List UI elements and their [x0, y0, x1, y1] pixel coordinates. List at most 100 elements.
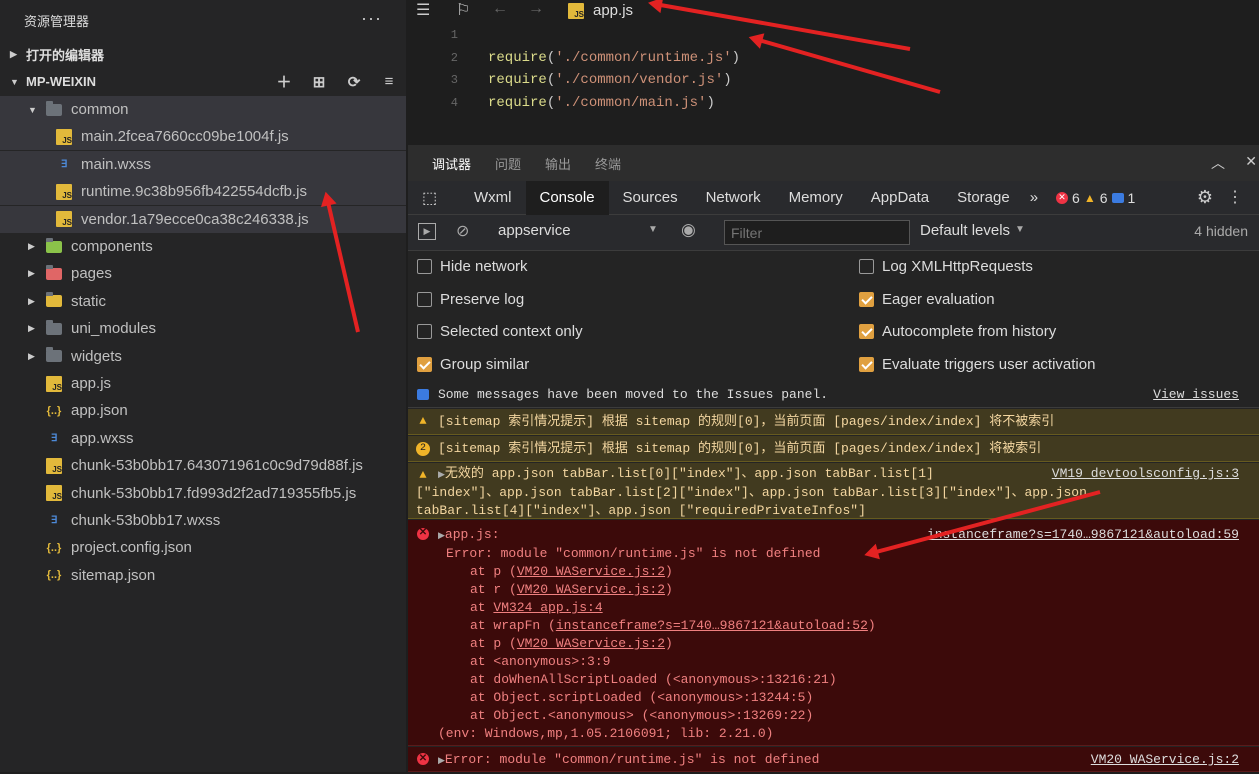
option-log-xmlhttprequests[interactable]: Log XMLHttpRequests: [859, 258, 1033, 275]
log-levels-select[interactable]: Default levels: [920, 222, 1010, 239]
project-section[interactable]: ▼ MP-WEIXIN ＋ ⊞ ⟳ ≡: [0, 68, 406, 95]
tree-item-vendor-1a79ecce0ca38c246338-js[interactable]: JS vendor.1a79ecce0ca38c246338.js: [0, 205, 406, 233]
collapse-all-icon[interactable]: ≡: [380, 73, 398, 91]
code-line[interactable]: require('./common/main.js'): [488, 92, 715, 114]
panel-tab-storage[interactable]: Storage: [943, 181, 1024, 215]
tab-output[interactable]: 输出: [545, 154, 571, 173]
bookmark-icon[interactable]: ⚐: [456, 0, 470, 20]
stack-frame-link[interactable]: VM20 WAService.js:2: [517, 582, 665, 597]
waservice-link[interactable]: VM20 WAService.js:2: [1091, 747, 1239, 772]
context-select[interactable]: appservice: [498, 222, 571, 239]
chevron-right-icon[interactable]: ▶: [28, 351, 35, 362]
inspect-element-icon[interactable]: ⬚: [408, 181, 460, 215]
console-settings: Hide network Preserve log Selected context…: [408, 251, 1259, 381]
stack-frame-link[interactable]: instanceframe?s=1740…9867121&autoload:52: [556, 618, 868, 633]
checkbox[interactable]: [417, 259, 432, 274]
warning-count: 6: [1099, 189, 1108, 206]
editor-tab-title[interactable]: app.js: [593, 2, 633, 19]
tree-item-app-json[interactable]: {..} app.json: [0, 397, 406, 424]
panel-tab-appdata[interactable]: AppData: [857, 181, 943, 215]
panel-tab-sources[interactable]: Sources: [609, 181, 692, 215]
option-evaluate-triggers-user-activation[interactable]: Evaluate triggers user activation: [859, 356, 1095, 373]
chevron-up-icon[interactable]: ︿: [1211, 153, 1225, 173]
list-icon[interactable]: ☰: [416, 0, 430, 20]
tree-item-app-wxss[interactable]: ∃ app.wxss: [0, 425, 406, 452]
instanceframe-link[interactable]: instanceframe?s=1740…9867121&autoload:59: [927, 526, 1239, 544]
chevron-right-icon[interactable]: ▶: [28, 323, 35, 334]
new-file-icon[interactable]: ＋: [275, 73, 293, 91]
tab-problems[interactable]: 问题: [495, 154, 521, 173]
tab-debugger[interactable]: 调试器: [432, 154, 471, 173]
error-message[interactable]: ✕ ▶app.js: instanceframe?s=1740…9867121&a…: [408, 520, 1259, 746]
devtoolsconfig-link[interactable]: VM19 devtoolsconfig.js:3: [1052, 465, 1239, 483]
chevron-right-icon[interactable]: ▶: [28, 268, 35, 279]
option-hide-network[interactable]: Hide network: [417, 258, 528, 275]
view-issues-link[interactable]: View issues: [1153, 381, 1239, 408]
tree-item-chunk-53b0bb17-fd993d2f2ad719355fb5-js[interactable]: JS chunk-53b0bb17.fd993d2f2ad719355fb5.js: [0, 480, 406, 507]
js-file-icon: JS: [46, 485, 62, 502]
clear-console-icon[interactable]: ⊘: [456, 221, 469, 241]
tree-item-main-2fcea7660cc09be1004f-js[interactable]: JS main.2fcea7660cc09be1004f.js: [0, 123, 406, 151]
filter-input[interactable]: [724, 220, 910, 245]
checkbox[interactable]: [417, 291, 432, 307]
stack-frame-link[interactable]: VM20 WAService.js:2: [517, 564, 665, 579]
panel-tab-network[interactable]: Network: [692, 181, 775, 215]
stack-frame-link[interactable]: VM20 WAService.js:2: [517, 636, 665, 651]
tree-item-chunk-53b0bb17-643071961c0c9d79d88f-js[interactable]: JS chunk-53b0bb17.643071961c0c9d79d88f.js: [0, 452, 406, 479]
stack-frame-link[interactable]: VM324 app.js:4: [493, 600, 602, 615]
levels-dropdown-icon[interactable]: ▼: [1015, 224, 1025, 235]
tree-item-common[interactable]: ▼ common: [0, 96, 406, 123]
checkbox[interactable]: [859, 291, 874, 307]
expand-arrow-icon[interactable]: ▶: [438, 756, 445, 766]
tab-terminal[interactable]: 终端: [595, 154, 621, 173]
sidebar-toggle-icon[interactable]: ▶: [418, 223, 436, 240]
error-message-2[interactable]: ✕ ▶Error: module "common/runtime.js" is …: [408, 747, 1259, 772]
chevron-down-icon[interactable]: ▼: [28, 105, 37, 115]
open-editors-section[interactable]: ▶ 打开的编辑器: [0, 41, 406, 68]
new-folder-icon[interactable]: ⊞: [310, 73, 328, 91]
eye-icon[interactable]: ◉: [681, 220, 696, 240]
option-group-similar[interactable]: Group similar: [417, 356, 529, 373]
checkbox[interactable]: [417, 356, 432, 372]
warning-message-tabbar[interactable]: ▲ ▶无效的 app.json tabBar.list[0]["index"]、…: [408, 463, 1259, 519]
back-arrow-icon[interactable]: ←: [492, 0, 508, 18]
tree-item-app-js[interactable]: JS app.js: [0, 370, 406, 397]
tree-item-main-wxss[interactable]: ∃ main.wxss: [0, 150, 406, 178]
panel-tab-memory[interactable]: Memory: [775, 181, 857, 215]
code-line[interactable]: require('./common/vendor.js'): [488, 69, 732, 91]
option-preserve-log[interactable]: Preserve log: [417, 291, 524, 308]
more-actions-icon[interactable]: ···: [361, 8, 382, 29]
tree-item-widgets[interactable]: ▶ widgets: [0, 343, 406, 370]
refresh-icon[interactable]: ⟳: [345, 73, 363, 91]
checkbox[interactable]: [859, 324, 874, 339]
settings-gear-icon[interactable]: ⚙: [1197, 187, 1213, 208]
code-line[interactable]: require('./common/runtime.js'): [488, 47, 740, 69]
chevron-right-icon[interactable]: ▶: [28, 241, 35, 252]
panel-tab-wxml[interactable]: Wxml: [460, 181, 526, 215]
tree-item-chunk-53b0bb17-wxss[interactable]: ∃ chunk-53b0bb17.wxss: [0, 507, 406, 534]
chevron-right-icon[interactable]: ▶: [28, 296, 35, 307]
more-tabs-icon[interactable]: »: [1024, 181, 1044, 215]
option-autocomplete-from-history[interactable]: Autocomplete from history: [859, 323, 1056, 340]
checkbox[interactable]: [417, 324, 432, 339]
checkbox[interactable]: [859, 356, 874, 372]
tree-item-runtime-9c38b956fb422554dcfb-js[interactable]: JS runtime.9c38b956fb422554dcfb.js: [0, 178, 406, 206]
tree-item-sitemap-json[interactable]: {..} sitemap.json: [0, 562, 406, 589]
forward-arrow-icon[interactable]: →: [528, 0, 544, 18]
context-dropdown-icon[interactable]: ▼: [648, 224, 658, 235]
option-eager-evaluation[interactable]: Eager evaluation: [859, 291, 995, 308]
checkbox[interactable]: [859, 259, 874, 274]
explorer-sidebar: 资源管理器 ··· ▶ 打开的编辑器 ▼ MP-WEIXIN ＋ ⊞ ⟳ ≡ ▼…: [0, 0, 406, 772]
message-error-icon: ✕: [417, 753, 429, 765]
option-selected-context-only[interactable]: Selected context only: [417, 323, 583, 340]
tree-item-components[interactable]: ▶ components: [0, 233, 406, 260]
issue-counters[interactable]: ✕ 6 ▲ 6 1: [1056, 190, 1135, 206]
panel-tab-console[interactable]: Console: [525, 180, 609, 215]
expand-arrow-icon[interactable]: ▶: [438, 531, 445, 541]
tree-item-static[interactable]: ▶ static: [0, 288, 406, 315]
expand-arrow-icon[interactable]: ▶: [438, 470, 445, 480]
close-icon[interactable]: ✕: [1245, 153, 1257, 170]
tree-item-uni-modules[interactable]: ▶ uni_modules: [0, 315, 406, 342]
kebab-menu-icon[interactable]: ⋮: [1227, 187, 1243, 207]
tree-item-project-config-json[interactable]: {..} project.config.json: [0, 534, 406, 561]
